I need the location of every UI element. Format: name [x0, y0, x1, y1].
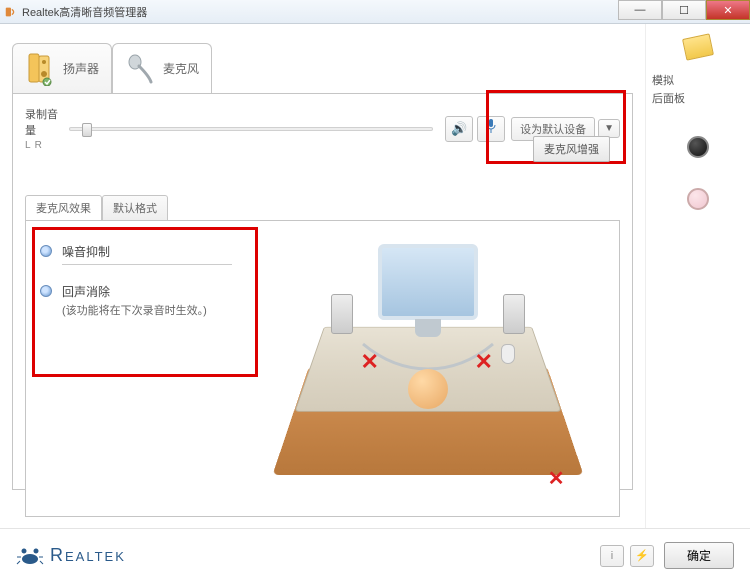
mic-boost-button[interactable]: 麦克风增强 [533, 136, 610, 162]
sub-tabs: 麦克风效果 默认格式 [25, 195, 620, 220]
ok-button[interactable]: 确定 [664, 542, 734, 569]
folder-icon[interactable] [682, 33, 714, 60]
footer: Realtek i ⚡ 确定 [0, 528, 750, 582]
app-icon [4, 5, 18, 19]
x-icon: ✕ [361, 349, 379, 375]
rear-panel-label: 后面板 [652, 90, 744, 106]
slider-thumb[interactable] [82, 123, 92, 137]
subtab-effects[interactable]: 麦克风效果 [25, 195, 102, 220]
tab-microphone[interactable]: 麦克风 [112, 43, 212, 93]
tab-speaker[interactable]: 扬声器 [12, 43, 112, 93]
jack-pink[interactable] [687, 188, 709, 210]
channel-r: R [35, 140, 42, 151]
desk-illustration: ✕ ✕ ✕ [250, 235, 605, 502]
brand-text: Realtek [50, 545, 126, 566]
highlight-options [32, 227, 258, 377]
titlebar: Realtek高清晰音频管理器 — ☐ ✕ [0, 0, 750, 24]
analog-label: 模拟 [652, 72, 744, 88]
connector-panel: 模拟 后面板 [645, 24, 750, 528]
minimize-button[interactable]: — [618, 0, 662, 20]
realtek-crab-icon [16, 545, 44, 567]
record-volume-slider[interactable] [69, 127, 433, 131]
brand-logo: Realtek [16, 545, 126, 567]
maximize-button[interactable]: ☐ [662, 0, 706, 20]
jack-black[interactable] [687, 136, 709, 158]
effects-panel: 噪音抑制 回声消除 (该功能将在下次录音时生效。) [25, 220, 620, 517]
device-tabs: 扬声器 麦克风 [12, 38, 633, 93]
speaker-small-icon: 🔊 [451, 121, 467, 137]
speaker-icon [25, 52, 55, 86]
info-button[interactable]: i [600, 545, 624, 567]
x-icon: ✕ [475, 349, 493, 375]
record-volume-label: 录制音量 [25, 106, 61, 138]
window-title: Realtek高清晰音频管理器 [22, 4, 147, 20]
subtab-default-format[interactable]: 默认格式 [102, 195, 168, 220]
tab-speaker-label: 扬声器 [63, 60, 99, 77]
mute-speaker-button[interactable]: 🔊 [445, 116, 473, 142]
mic-panel: 录制音量 L R 🔊 设为默认设备 [12, 93, 633, 490]
close-button[interactable]: ✕ [706, 0, 750, 20]
microphone-icon [125, 52, 155, 86]
tab-microphone-label: 麦克风 [163, 60, 199, 77]
x-icon: ✕ [548, 466, 565, 491]
channel-l: L [25, 140, 31, 151]
help-button[interactable]: ⚡ [630, 545, 654, 567]
